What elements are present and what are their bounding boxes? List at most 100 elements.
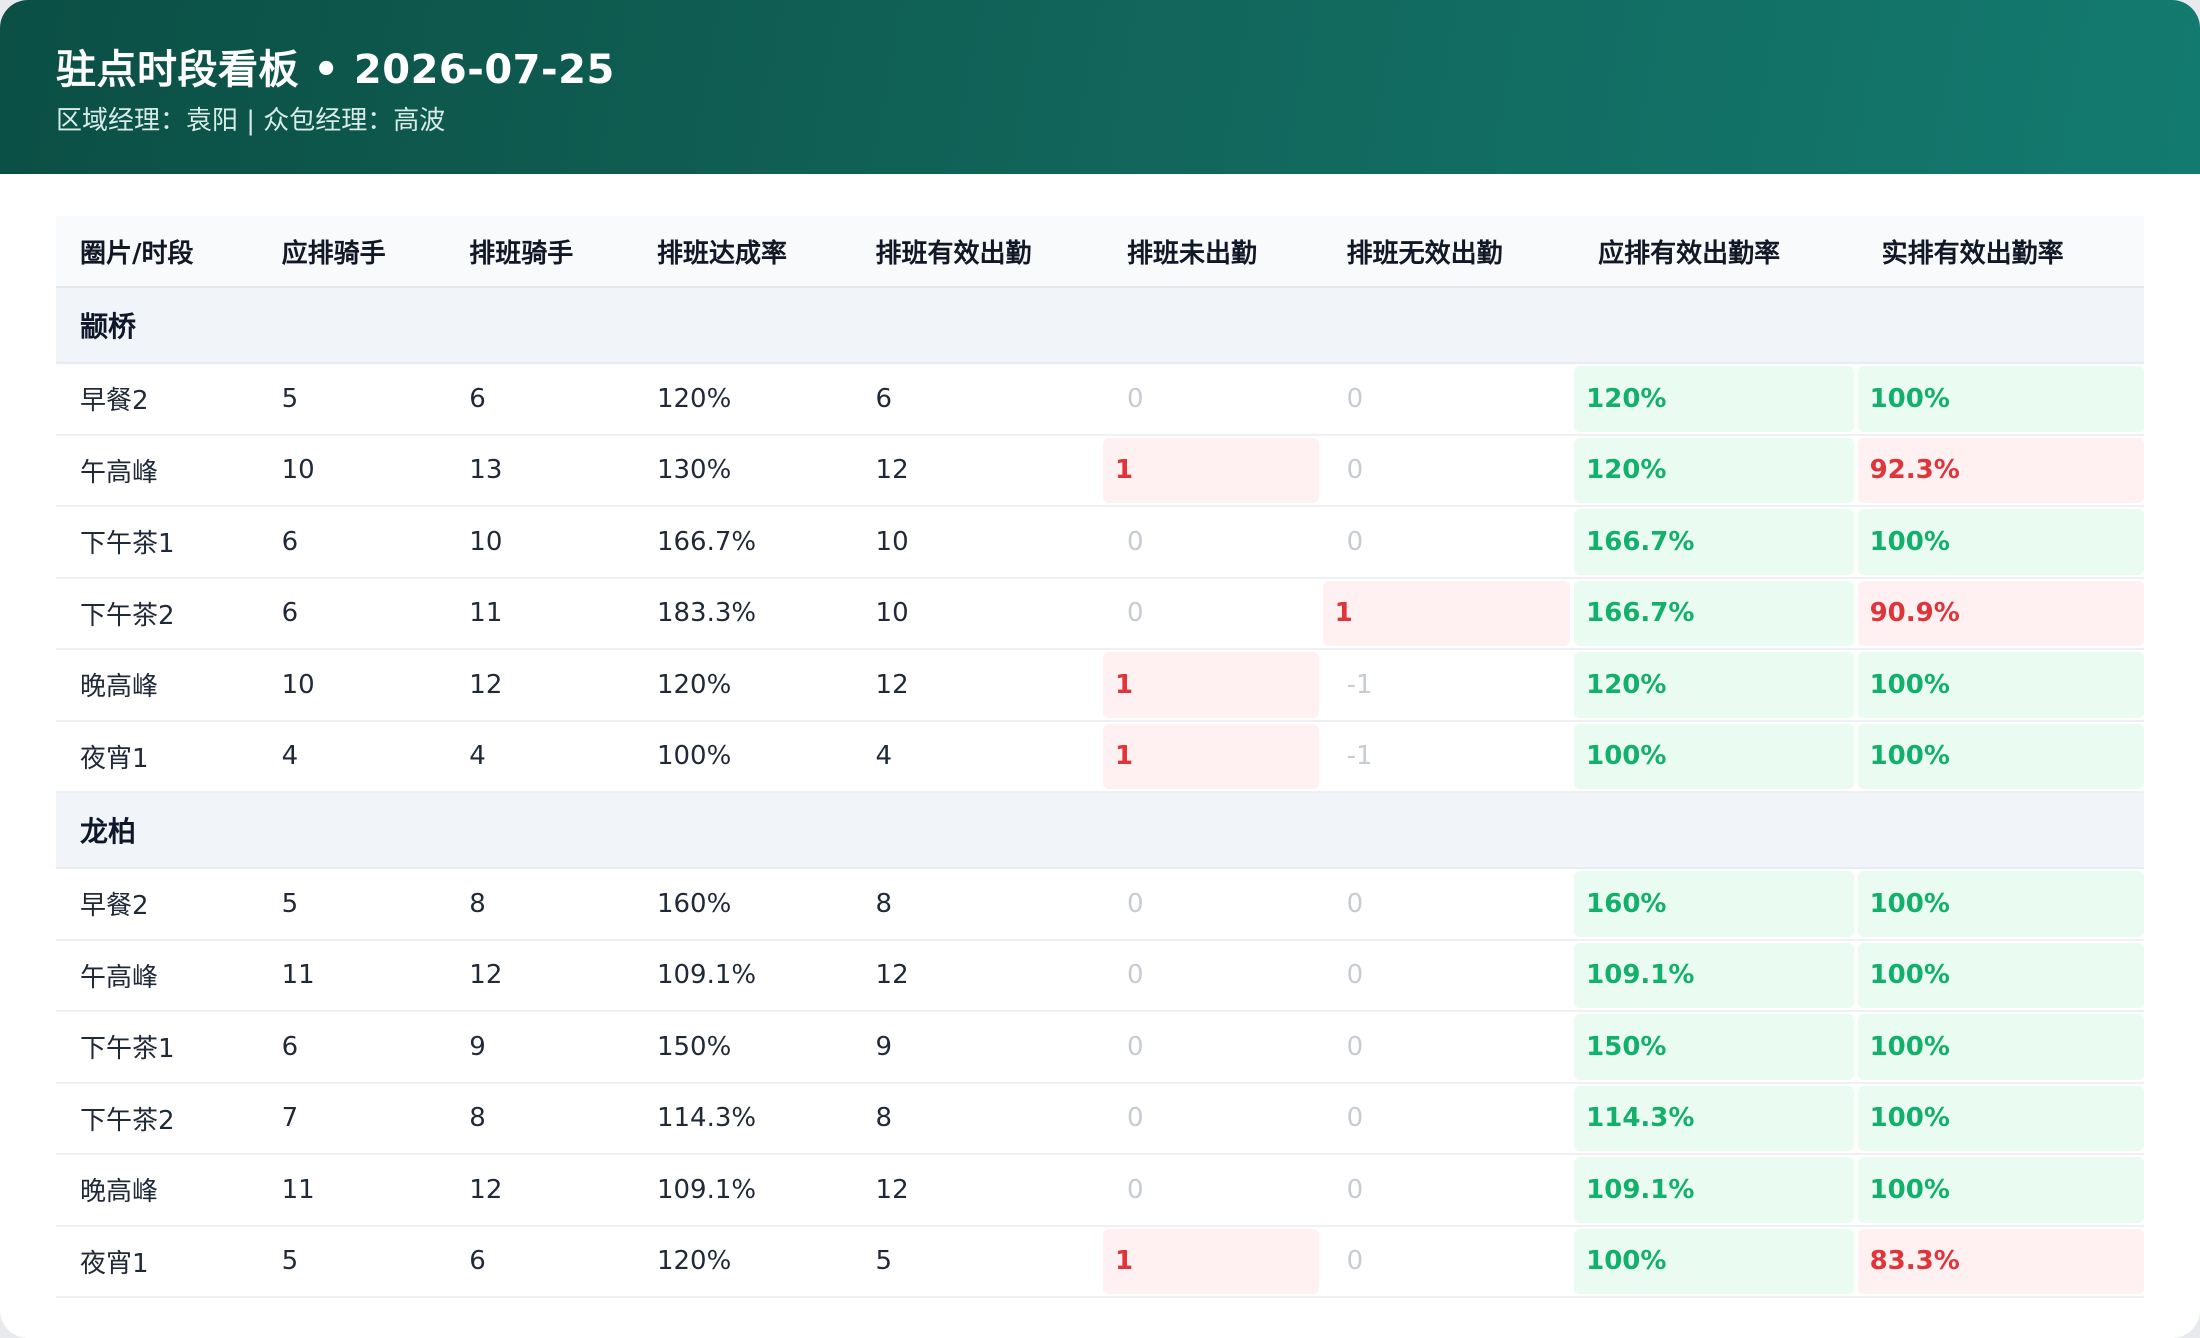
- table-row: 晚高峰 10 12 120% 12 1 -1 120% 100%: [56, 650, 2144, 722]
- scheduled-cell: 12: [469, 1174, 503, 1205]
- table-row: 午高峰 11 12 109.1% 12 0 0 109.1% 100%: [56, 941, 2144, 1012]
- schedule-table: 圈片/时段 应排骑手 排班骑手 排班达成率 排班有效出勤 排班未出勤 排班无效出…: [56, 216, 2144, 1298]
- rate-cell: 183.3%: [656, 598, 757, 629]
- need-cell: 7: [281, 1103, 299, 1134]
- scheduled-cell: 8: [469, 1103, 486, 1134]
- need-cell: 10: [281, 455, 315, 486]
- absent-cell: 1: [1103, 437, 1319, 503]
- invalid-cell: 0: [1346, 1103, 1364, 1134]
- slot-cell: 下午茶1: [80, 1034, 175, 1065]
- slot-cell: 午高峰: [80, 962, 159, 993]
- need-rate-cell: 109.1%: [1574, 942, 1854, 1008]
- scheduled-cell: 12: [469, 960, 503, 991]
- invalid-cell: 0: [1346, 383, 1364, 414]
- scheduled-cell: 8: [469, 888, 486, 919]
- slot-cell: 下午茶2: [80, 600, 175, 631]
- absent-cell: 0: [1127, 960, 1144, 991]
- page-title: 驻点时段看板 • 2026-07-25: [56, 47, 615, 93]
- scheduled-cell: 12: [469, 669, 503, 700]
- page-subtitle: 区域经理：袁阳 | 众包经理：高波: [56, 106, 446, 136]
- dashboard-header: 驻点时段看板 • 2026-07-25 区域经理：袁阳 | 众包经理：高波: [0, 0, 2200, 174]
- actual-rate-cell: 100%: [1857, 1085, 2144, 1151]
- scheduled-cell: 13: [469, 455, 503, 486]
- need-rate-cell: 100%: [1574, 1228, 1854, 1294]
- rate-cell: 120%: [656, 383, 732, 414]
- invalid-cell: 0: [1346, 1174, 1364, 1205]
- rate-cell: 100%: [656, 741, 732, 772]
- valid-cell: 12: [875, 455, 909, 486]
- need-cell: 11: [281, 1174, 315, 1205]
- rate-cell: 120%: [656, 1246, 732, 1277]
- actual-rate-cell: 100%: [1857, 723, 2144, 789]
- table-row: 早餐2 5 8 160% 8 0 0 160% 100%: [56, 869, 2144, 941]
- actual-rate-cell: 100%: [1857, 942, 2144, 1008]
- table-row: 下午茶2 7 8 114.3% 8 0 0 114.3% 100%: [56, 1084, 2144, 1155]
- invalid-cell: 0: [1346, 526, 1364, 557]
- need-cell: 11: [281, 960, 315, 991]
- invalid-cell: -1: [1346, 741, 1373, 772]
- invalid-cell: -1: [1346, 669, 1373, 700]
- scheduled-cell: 6: [469, 383, 486, 414]
- invalid-cell: 0: [1346, 960, 1364, 991]
- group-row: 龙柏: [56, 793, 2144, 869]
- actual-rate-cell: 100%: [1857, 871, 2144, 937]
- slot-cell: 晚高峰: [80, 672, 159, 703]
- need-cell: 6: [281, 526, 299, 557]
- group-row: 颛桥: [56, 288, 2144, 364]
- absent-cell: 0: [1127, 526, 1144, 557]
- table-body: 颛桥 早餐2 5 6 120% 6 0 0 120% 100% 午高峰 10 13 130% 12 1 0 120…: [56, 288, 2144, 1298]
- need-rate-cell: 100%: [1574, 723, 1854, 789]
- slot-cell: 下午茶2: [80, 1105, 175, 1136]
- valid-cell: 8: [875, 1103, 893, 1134]
- table-row: 下午茶1 6 10 166.7% 10 0 0 166.7% 100%: [56, 507, 2144, 579]
- valid-cell: 12: [875, 669, 909, 700]
- actual-rate-cell: 90.9%: [1857, 580, 2144, 646]
- need-cell: 4: [281, 741, 299, 772]
- column-header-scheduled: 排班骑手: [469, 238, 574, 269]
- need-rate-cell: 160%: [1574, 871, 1854, 937]
- column-header-need-rate: 应排有效出勤率: [1598, 238, 1781, 269]
- absent-cell: 0: [1127, 383, 1144, 414]
- absent-cell: 1: [1103, 652, 1319, 718]
- valid-cell: 12: [875, 960, 909, 991]
- rate-cell: 160%: [656, 888, 732, 919]
- actual-rate-cell: 100%: [1857, 366, 2144, 432]
- invalid-cell: 1: [1322, 580, 1571, 646]
- need-rate-cell: 114.3%: [1574, 1085, 1854, 1151]
- valid-cell: 12: [875, 1174, 909, 1205]
- valid-cell: 10: [875, 526, 909, 557]
- scheduled-cell: 6: [469, 1246, 486, 1277]
- valid-cell: 8: [875, 888, 893, 919]
- need-cell: 5: [281, 1246, 299, 1277]
- invalid-cell: 0: [1346, 455, 1364, 486]
- actual-rate-cell: 100%: [1857, 509, 2144, 575]
- table-row: 午高峰 10 13 130% 12 1 0 120% 92.3%: [56, 436, 2144, 507]
- table-row: 夜宵1 5 6 120% 5 1 0 100% 83.3%: [56, 1227, 2144, 1298]
- scheduled-cell: 11: [469, 598, 503, 629]
- need-cell: 6: [281, 598, 299, 629]
- invalid-cell: 0: [1346, 1031, 1364, 1062]
- valid-cell: 4: [875, 741, 893, 772]
- slot-cell: 夜宵1: [80, 743, 149, 774]
- absent-cell: 0: [1127, 598, 1144, 629]
- slot-cell: 下午茶1: [80, 529, 175, 560]
- table-row: 夜宵1 4 4 100% 4 1 -1 100% 100%: [56, 722, 2144, 793]
- absent-cell: 0: [1127, 1103, 1144, 1134]
- valid-cell: 6: [875, 383, 893, 414]
- absent-cell: 0: [1127, 888, 1144, 919]
- rate-cell: 150%: [656, 1031, 732, 1062]
- absent-cell: 0: [1127, 1031, 1144, 1062]
- valid-cell: 5: [875, 1246, 893, 1277]
- need-rate-cell: 120%: [1574, 366, 1854, 432]
- group-name: 颛桥: [80, 310, 137, 343]
- actual-rate-cell: 92.3%: [1857, 437, 2144, 503]
- rate-cell: 130%: [656, 455, 732, 486]
- need-cell: 5: [281, 383, 299, 414]
- need-cell: 5: [281, 888, 299, 919]
- invalid-cell: 0: [1346, 1246, 1364, 1277]
- need-rate-cell: 150%: [1574, 1014, 1854, 1080]
- scheduled-cell: 10: [469, 526, 503, 557]
- scheduled-cell: 4: [469, 741, 486, 772]
- valid-cell: 10: [875, 598, 909, 629]
- need-cell: 10: [281, 669, 315, 700]
